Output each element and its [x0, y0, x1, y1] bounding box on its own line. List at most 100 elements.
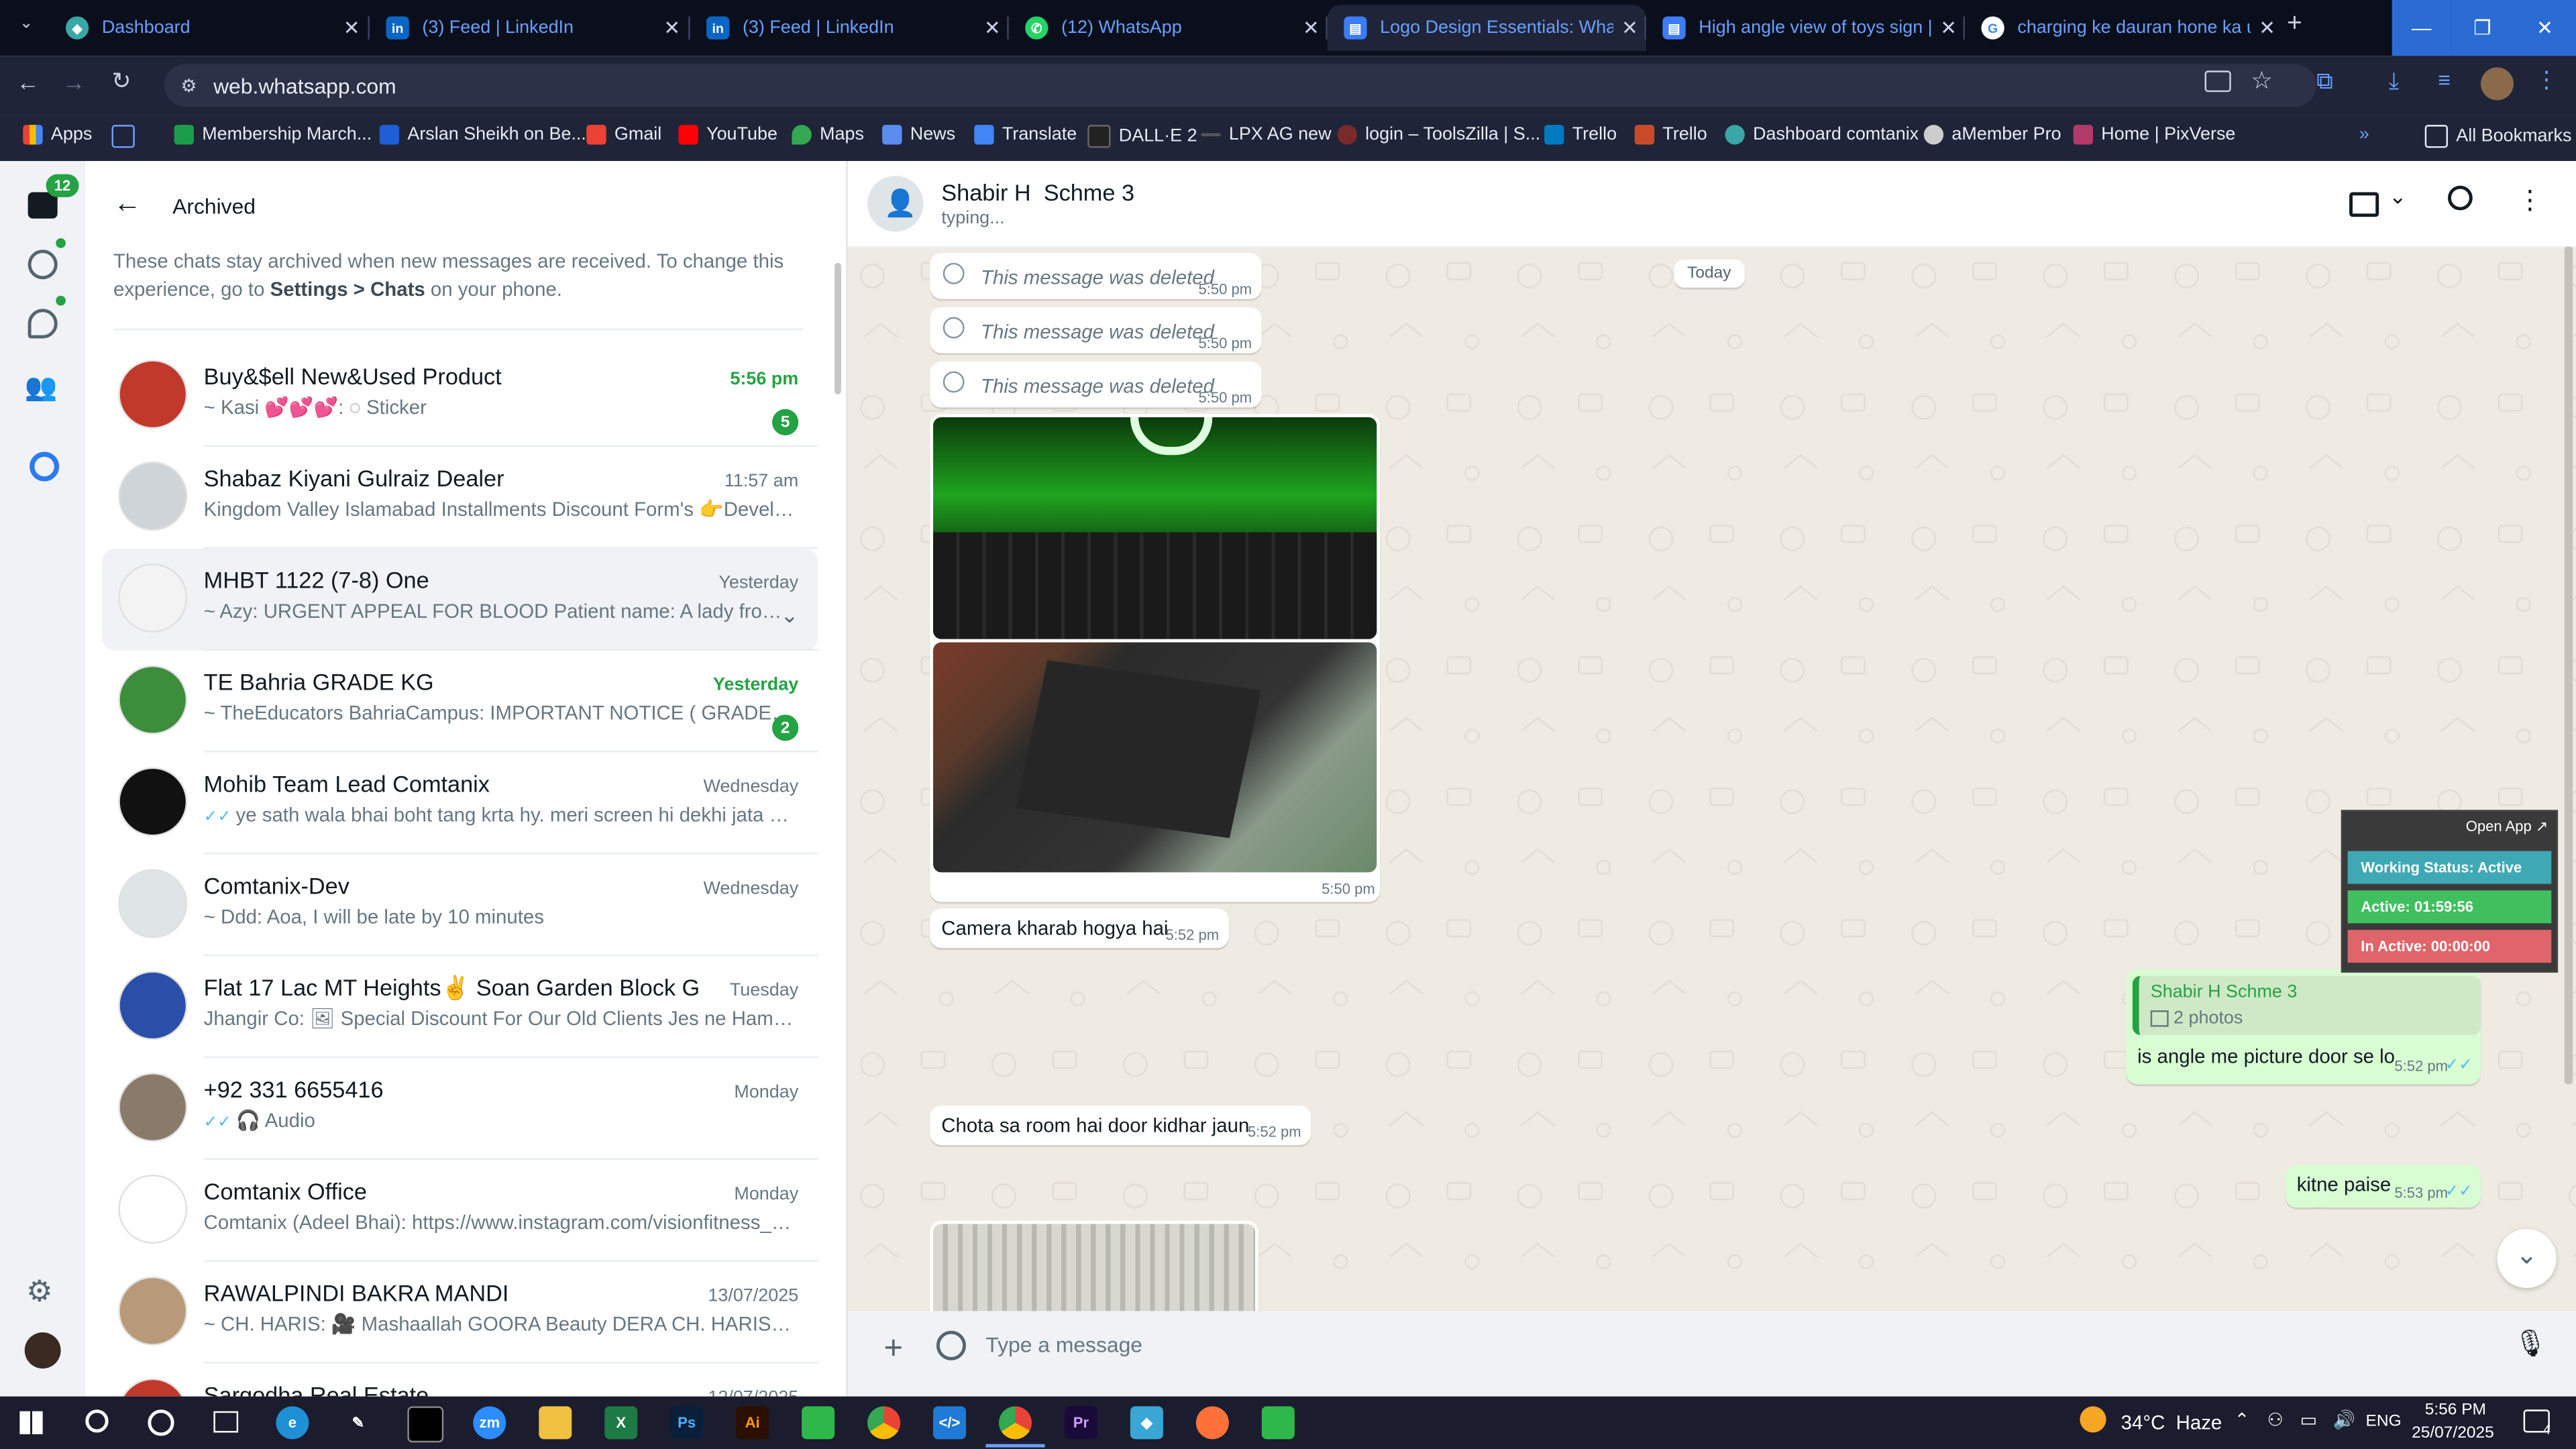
chat-avatar[interactable] — [118, 1378, 188, 1397]
volume-icon[interactable]: 🔊 — [2333, 1409, 2356, 1431]
premiere-icon[interactable]: Pr — [1064, 1406, 1097, 1440]
channels-icon[interactable] — [28, 309, 58, 339]
chat-avatar[interactable] — [118, 971, 188, 1040]
windows-start-icon[interactable] — [19, 1411, 43, 1434]
edge-icon[interactable]: e — [276, 1406, 309, 1440]
chat-header[interactable]: 👤 Shabir H Schme 3 typing... ⌄ ⋮ — [847, 161, 2576, 248]
attach-plus-icon[interactable]: + — [884, 1331, 904, 1368]
weather-icon[interactable] — [2080, 1406, 2106, 1433]
site-info-icon[interactable]: ⚙ — [180, 74, 197, 96]
tab-linkedin-2[interactable]: in (3) Feed | LinkedIn ✕ — [690, 5, 1009, 51]
bookmark-translate[interactable]: Translate — [974, 125, 1077, 145]
quoted-message[interactable]: Shabir H Schme 3 2 photos — [2132, 975, 2481, 1035]
chat-avatar[interactable] — [118, 462, 188, 531]
tray-chevron-icon[interactable]: ⌃ — [2235, 1409, 2250, 1431]
pen-icon[interactable]: ✎ — [341, 1406, 374, 1439]
tab-close-icon[interactable]: ✕ — [2251, 16, 2284, 39]
minimize-button[interactable]: — — [2392, 0, 2451, 56]
restore-button[interactable]: ❐ — [2451, 0, 2514, 56]
bookmark-apps[interactable]: Apps — [23, 125, 92, 145]
open-app-link[interactable]: Open App ↗ — [2466, 818, 2548, 837]
tab-close-icon[interactable]: ✕ — [1613, 16, 1646, 39]
profile-photo[interactable] — [24, 1332, 61, 1369]
chat-list-item[interactable]: Mohib Team Lead Comtanix Wednesday ✓✓ ye s… — [102, 753, 818, 855]
contact-avatar[interactable]: 👤 — [867, 176, 924, 232]
chat-list-item[interactable]: Shabaz Kiyani Gulraiz Dealer 11:57 am King… — [102, 447, 818, 549]
deleted-message[interactable]: This message was deleted 5:50 pm — [930, 307, 1262, 354]
bookmark-lpx[interactable]: LPX AG new — [1201, 125, 1332, 145]
chevron-down-icon[interactable]: ⌄ — [781, 603, 799, 629]
tab-logo-design[interactable]: ▤ Logo Design Essentials: What E ✕ — [1327, 5, 1646, 51]
address-bar[interactable]: ⚙ web.whatsapp.com — [164, 64, 2317, 107]
reload-icon[interactable]: ↻ — [112, 67, 131, 95]
bookmark-trello-2[interactable]: Trello — [1634, 125, 1707, 145]
bookmark-maps[interactable]: Maps — [792, 125, 864, 145]
chat-avatar[interactable] — [118, 665, 188, 735]
firefox-icon[interactable] — [1195, 1406, 1229, 1440]
chat-avatar[interactable] — [118, 869, 188, 938]
bookmark-toolszilla[interactable]: login – ToolsZilla | S... — [1337, 125, 1540, 145]
tab-search-button[interactable]: ⌄ — [13, 15, 40, 41]
bookmark-trello-1[interactable]: Trello — [1544, 125, 1617, 145]
excel-icon[interactable]: X — [604, 1406, 638, 1440]
chat-avatar[interactable] — [118, 1175, 188, 1244]
chat-scrollbar[interactable] — [2564, 246, 2573, 1085]
tab-close-icon[interactable]: ✕ — [1295, 16, 1328, 39]
bookmarks-overflow-icon[interactable]: » — [2359, 125, 2369, 144]
back-arrow-icon[interactable]: ← — [113, 187, 142, 220]
tab-close-icon[interactable]: ✕ — [335, 16, 368, 39]
file-explorer-icon[interactable] — [539, 1406, 572, 1440]
weather-text[interactable]: 34°C Haze — [2121, 1411, 2222, 1434]
bookmark-gmail[interactable]: Gmail — [586, 125, 661, 145]
forward-arrow-icon[interactable]: → — [62, 69, 85, 95]
bookmark-amember[interactable]: aMember Pro — [1923, 125, 2061, 145]
outgoing-text-message[interactable]: kitne paise 5:53 pm ✓✓ — [2285, 1165, 2481, 1208]
chat-list-item[interactable]: Comtanix Office Monday Comtanix (Adeel Bha… — [102, 1160, 818, 1262]
tab-high-angle[interactable]: ▤ High angle view of toys sign | F ✕ — [1646, 5, 1965, 51]
chat-avatar[interactable] — [118, 360, 188, 429]
chat-avatar[interactable] — [118, 564, 188, 633]
install-app-icon[interactable] — [2204, 70, 2231, 93]
network-icon[interactable]: ⚇ — [2267, 1409, 2284, 1431]
browser-menu-icon[interactable]: ⋮ — [2535, 66, 2558, 94]
status-icon[interactable] — [28, 250, 58, 280]
photo-laptop-screen[interactable] — [933, 417, 1377, 639]
vscode-icon[interactable]: </> — [933, 1406, 967, 1440]
video-call-icon[interactable] — [2349, 192, 2379, 217]
tab-google-search[interactable]: G charging ke dauran hone ka us ✕ — [1965, 5, 2284, 51]
chat-list-item[interactable]: Sargodha Real Estate 12/07/2025 — [102, 1364, 818, 1397]
chat-avatar[interactable] — [118, 1276, 188, 1346]
deleted-message[interactable]: This message was deleted 5:50 pm — [930, 253, 1262, 299]
bookmark-pixverse[interactable]: Home | PixVerse — [2073, 125, 2235, 145]
clock-date[interactable]: 25/07/2025 — [2412, 1424, 2494, 1442]
back-arrow-icon[interactable]: ← — [16, 69, 39, 95]
terminal-icon[interactable] — [407, 1406, 444, 1443]
new-tab-button[interactable]: + — [2287, 10, 2316, 43]
communities-icon[interactable]: 👥 — [25, 371, 58, 404]
cortana-icon[interactable] — [148, 1409, 174, 1436]
clock-time[interactable]: 5:56 PM — [2425, 1401, 2486, 1419]
chat-list-item[interactable]: MHBT 1122 (7-8) One Yesterday ~ Azy: URGEN… — [101, 548, 818, 651]
bookmark-youtube[interactable]: YouTube — [678, 125, 777, 145]
chat-list-item[interactable]: Buy&$ell New&Used Product 5:56 pm ~ Kasi 💕… — [102, 345, 818, 447]
chat-list-item[interactable]: TE Bahria GRADE KG Yesterday ~ TheEducator… — [102, 651, 818, 753]
chrome-active-icon[interactable] — [998, 1406, 1032, 1440]
bookmark-grid[interactable] — [111, 125, 144, 148]
message-input-placeholder[interactable]: Type a message — [985, 1332, 1142, 1357]
chat-avatar[interactable] — [118, 767, 188, 837]
search-icon[interactable] — [2448, 185, 2473, 211]
text-message[interactable]: Chota sa room hai door kidhar jaun 5:52 … — [930, 1106, 1311, 1145]
download-icon[interactable]: ⤓ — [2389, 67, 2399, 95]
green-app-icon[interactable] — [802, 1406, 835, 1440]
chrome-icon[interactable] — [867, 1406, 901, 1440]
green-app-icon[interactable] — [1261, 1406, 1295, 1440]
extensions-icon[interactable]: ⧉ — [2316, 67, 2332, 95]
deleted-message[interactable]: This message was deleted 5:50 pm — [930, 361, 1262, 408]
tab-close-icon[interactable]: ✕ — [976, 16, 1009, 39]
meta-ai-icon[interactable] — [30, 451, 60, 482]
bookmark-dalle[interactable]: DALL·E 2 — [1087, 125, 1197, 148]
photo-room[interactable] — [933, 1224, 1256, 1320]
app-icon[interactable]: ◆ — [1130, 1406, 1163, 1440]
chat-menu-icon[interactable]: ⋮ — [2517, 184, 2543, 217]
tab-dashboard[interactable]: ◆ Dashboard ✕ — [49, 5, 368, 51]
